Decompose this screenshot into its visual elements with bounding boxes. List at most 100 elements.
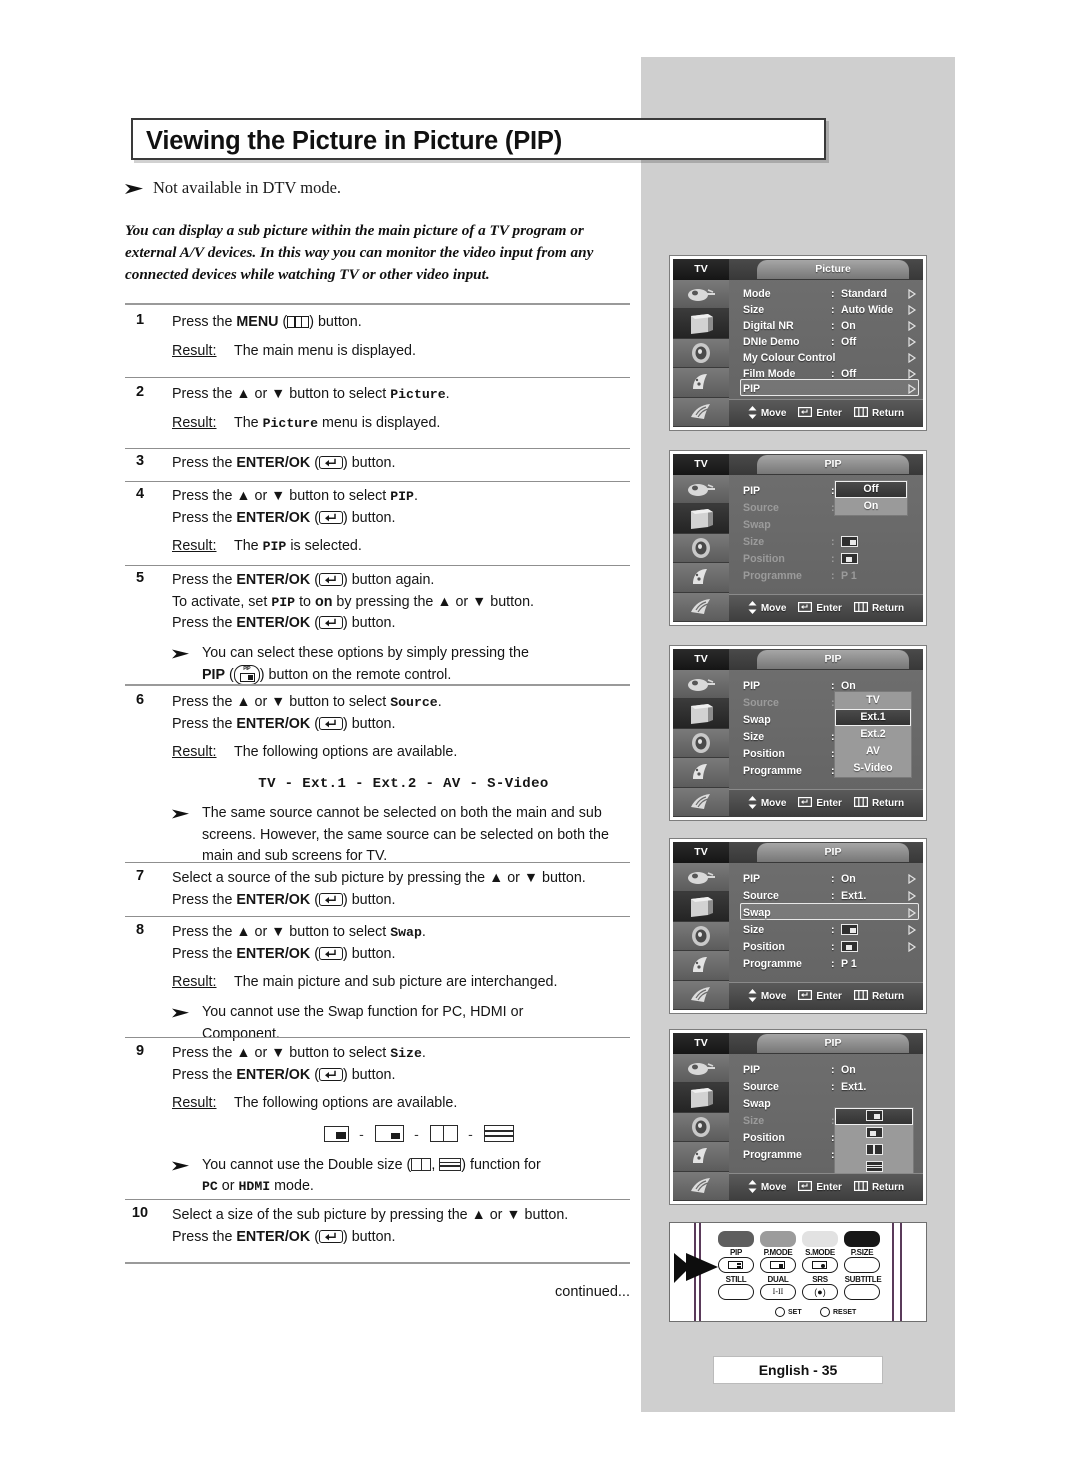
- divider: [125, 303, 630, 305]
- bullet-arrow-icon: [125, 182, 145, 196]
- remote-cap-psize[interactable]: [844, 1231, 880, 1247]
- sidebar-icon-setup[interactable]: [673, 787, 729, 817]
- step5-text-i: by pressing the ▲ or ▼ button.: [332, 593, 534, 610]
- osd-row[interactable]: Size: Auto Wide: [743, 302, 917, 318]
- sidebar-icon-input[interactable]: [673, 280, 729, 310]
- osd-row[interactable]: Size:: [743, 534, 917, 550]
- result-label: Result:: [172, 1095, 217, 1112]
- remote-button-srs[interactable]: (●): [802, 1284, 838, 1300]
- osd-row[interactable]: Programme: P 1: [743, 568, 917, 584]
- sidebar-icon-sound[interactable]: [673, 1112, 729, 1143]
- step8-bullet: You cannot use the Swap function for PC,…: [172, 1002, 635, 1045]
- row-label: My Colour Control: [743, 352, 836, 364]
- pip-onoff-popup[interactable]: Off On: [835, 481, 907, 515]
- sidebar-icon-sound[interactable]: [673, 728, 729, 759]
- remote-set-group[interactable]: SET: [775, 1307, 802, 1317]
- remote-label-subtitle: SUBTITLE: [844, 1275, 882, 1284]
- popup-item-ext1[interactable]: Ext.1: [835, 709, 911, 726]
- foot-move-label: Move: [760, 991, 787, 1002]
- remote-edge-line: [892, 1223, 894, 1321]
- osd-row[interactable]: Swap: [743, 517, 917, 533]
- row-label: PIP: [743, 1064, 761, 1076]
- sidebar-icon-picture[interactable]: [673, 309, 729, 339]
- osd-row[interactable]: DNIe Demo: Off: [743, 334, 917, 350]
- pip-source-popup[interactable]: TV Ext.1 Ext.2 AV S-Video: [835, 692, 911, 777]
- step5-text-c: (: [310, 572, 319, 588]
- osd-row[interactable]: Position:: [743, 939, 917, 955]
- osd-row[interactable]: Digital NR: On: [743, 318, 917, 334]
- osd-tab-title: PIP: [757, 843, 909, 862]
- hdmi-term: HDMI: [238, 1179, 271, 1195]
- result-label: Result:: [172, 974, 217, 991]
- sidebar-icon-channel[interactable]: [673, 368, 729, 398]
- sidebar-icon-channel[interactable]: [673, 1142, 729, 1172]
- sidebar-icon-picture[interactable]: [673, 1083, 729, 1113]
- remote-cap-pmode[interactable]: [760, 1231, 796, 1247]
- remote-cap-smode[interactable]: [802, 1231, 838, 1247]
- sidebar-icon-sound[interactable]: [673, 338, 729, 369]
- osd-row[interactable]: My Colour Control: [743, 350, 917, 366]
- popup-item-tv[interactable]: TV: [835, 692, 911, 709]
- remote-cap-pip[interactable]: [718, 1231, 754, 1247]
- step4-text-g: (: [310, 509, 319, 526]
- sidebar-icon-channel[interactable]: [673, 758, 729, 788]
- popup-item-on[interactable]: On: [835, 498, 907, 515]
- osd-row[interactable]: Source: Ext1.: [743, 888, 917, 904]
- step9-text-d: Press the: [172, 1066, 237, 1083]
- enterok-label: ENTER/OK: [236, 1228, 311, 1245]
- popup-size-small-bl[interactable]: [835, 1125, 913, 1142]
- osd-row[interactable]: PIP: On: [743, 1062, 917, 1078]
- osd-row[interactable]: Size:: [743, 922, 917, 938]
- osd-row[interactable]: PIP: On: [743, 871, 917, 887]
- row-value: On: [841, 680, 856, 692]
- osd-row[interactable]: Position:: [743, 551, 917, 567]
- remote-button-subtitle[interactable]: [844, 1284, 880, 1300]
- sidebar-icon-setup[interactable]: [673, 1171, 729, 1201]
- size-value-icon: [841, 924, 858, 935]
- popup-size-double-vertical[interactable]: [835, 1142, 913, 1159]
- remote-button-psize[interactable]: [844, 1257, 880, 1273]
- step9-bullet-c: ) function for: [461, 1156, 541, 1173]
- result-term: PIP: [262, 539, 287, 555]
- osd-row[interactable]: Source: Ext1.: [743, 1079, 917, 1095]
- sidebar-icon-setup[interactable]: [673, 980, 729, 1010]
- osd-tab-title: PIP: [757, 650, 909, 669]
- row-colon: :: [831, 873, 835, 885]
- size-icon-double-vertical: [865, 1144, 883, 1155]
- popup-item-av[interactable]: AV: [835, 743, 911, 760]
- sidebar-icon-picture[interactable]: [673, 504, 729, 534]
- sidebar-icon-sound[interactable]: [673, 533, 729, 564]
- row-label: Swap: [743, 714, 771, 726]
- sidebar-icon-channel[interactable]: [673, 563, 729, 593]
- pmode-screen-glyph-icon: [770, 1261, 785, 1269]
- sidebar-icon-setup[interactable]: [673, 397, 729, 427]
- sidebar-icon-sound[interactable]: [673, 921, 729, 952]
- sidebar-icon-setup[interactable]: [673, 592, 729, 622]
- sidebar-icon-input[interactable]: [673, 475, 729, 505]
- menu-button-label: MENU: [236, 314, 279, 330]
- popup-item-svideo[interactable]: S-Video: [835, 760, 911, 777]
- remote-reset-group[interactable]: RESET: [820, 1307, 856, 1317]
- osd-row[interactable]: Mode: Standard: [743, 286, 917, 302]
- osd-row[interactable]: Programme: P 1: [743, 956, 917, 972]
- osd-row[interactable]: PIP: [743, 381, 917, 397]
- pip-size-popup[interactable]: [835, 1108, 913, 1176]
- remote-label-smode: S.MODE: [805, 1248, 835, 1257]
- sidebar-icon-channel[interactable]: [673, 951, 729, 981]
- row-label: Position: [743, 553, 785, 565]
- updown-icon: [748, 600, 757, 617]
- sidebar-icon-picture[interactable]: [673, 892, 729, 922]
- sidebar-icon-input[interactable]: [673, 1054, 729, 1084]
- row-label: Source: [743, 697, 779, 709]
- remote-button-dual[interactable]: I-II: [760, 1284, 796, 1300]
- popup-size-small-br[interactable]: [835, 1108, 913, 1125]
- popup-item-ext2[interactable]: Ext.2: [835, 726, 911, 743]
- row-label: PIP: [743, 873, 761, 885]
- popup-item-off[interactable]: Off: [835, 481, 907, 498]
- row-label: Source: [743, 502, 779, 514]
- sidebar-icon-input[interactable]: [673, 670, 729, 700]
- sidebar-icon-input[interactable]: [673, 863, 729, 893]
- row-colon: :: [831, 288, 835, 300]
- sidebar-icon-picture[interactable]: [673, 699, 729, 729]
- osd-row[interactable]: Swap: [743, 905, 917, 921]
